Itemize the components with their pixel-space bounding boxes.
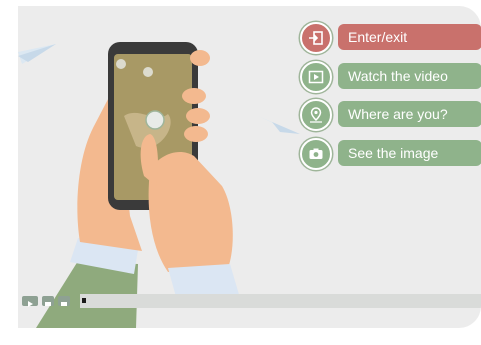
menu-label: Where are you? [338,101,481,127]
prev-button-icon[interactable] [42,296,54,306]
progress-playhead[interactable] [82,298,86,303]
menu-item-watch-video[interactable]: Watch the video [300,61,481,93]
menu-label: Enter/exit [338,24,481,50]
right-hand [148,151,233,272]
menu-item-enter-exit[interactable]: Enter/exit [300,22,481,54]
menu-label: See the image [338,140,481,166]
next-button-icon[interactable] [58,296,70,306]
video-controls [18,294,481,312]
menu-item-where-are-you[interactable]: Where are you? [300,99,481,131]
video-frame: Enter/exit Watch the video Where are you… [18,6,481,328]
progress-track[interactable] [80,294,481,308]
play-button-icon[interactable] [22,296,38,307]
play-video-icon [300,61,332,93]
screen-map-pin-icon [145,110,165,130]
enter-exit-icon [300,22,332,54]
menu-item-see-image[interactable]: See the image [300,138,481,170]
map-pin-icon [300,99,332,131]
camera-icon [300,138,332,170]
menu-label: Watch the video [338,63,481,89]
